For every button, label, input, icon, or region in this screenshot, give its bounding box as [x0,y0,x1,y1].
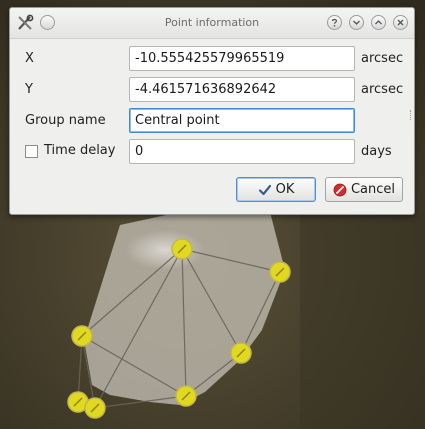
x-unit: arcsec [361,51,404,66]
title-bar[interactable]: Point information [10,8,414,39]
ok-button-label: OK [275,182,295,197]
chevron-up-icon [375,20,382,25]
point-marker [84,397,106,419]
cancel-icon [333,183,347,196]
point-marker [269,261,291,283]
checkmark-icon [258,184,271,195]
x-field[interactable] [129,46,355,71]
cancel-button-label: Cancel [350,182,396,197]
time-delay-label[interactable]: Time delay [44,143,115,158]
maximize-button[interactable] [371,15,386,30]
x-label: X [25,51,34,66]
point-information-dialog: Point information X arcsec Y [9,7,415,215]
y-label: Y [25,82,33,97]
point-marker [71,325,93,347]
close-button[interactable] [393,15,408,30]
chevron-down-icon [353,20,360,25]
y-unit: arcsec [361,82,404,97]
point-marker [171,238,193,260]
y-field[interactable] [129,77,355,102]
resize-grip[interactable] [410,110,413,120]
time-delay-field[interactable] [129,139,355,164]
group-name-field[interactable] [129,108,355,133]
close-icon [397,19,404,26]
time-delay-unit: days [361,144,392,159]
ok-button[interactable]: OK [236,177,316,202]
group-name-label: Group name [25,113,106,128]
point-marker [175,385,197,407]
cancel-button[interactable]: Cancel [325,177,403,202]
help-button[interactable] [327,15,342,30]
time-delay-checkbox[interactable] [25,145,38,158]
point-marker [230,342,252,364]
minimize-button[interactable] [349,15,364,30]
help-icon [331,18,338,27]
